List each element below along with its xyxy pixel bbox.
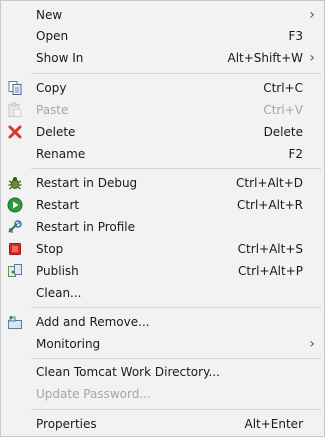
menu-item-delete[interactable]: Delete Delete	[1, 121, 324, 143]
menu-item-shortcut: Ctrl+Alt+P	[238, 264, 303, 278]
menu-item-label: Restart	[36, 198, 80, 212]
menu-item-publish[interactable]: Publish Ctrl+Alt+P	[1, 260, 324, 282]
copy-icon	[7, 80, 23, 96]
menu-item-new[interactable]: New ›	[1, 4, 324, 26]
menu-item-label: Rename	[36, 147, 86, 161]
menu-item-shortcut: Ctrl+Alt+D	[236, 176, 303, 190]
menu-item-stop[interactable]: Stop Ctrl+Alt+S	[1, 238, 324, 260]
profile-icon	[7, 219, 23, 235]
menu-item-shortcut: F2	[288, 147, 303, 161]
menu-item-label: Restart in Debug	[36, 176, 138, 190]
submenu-arrow-icon: ›	[309, 50, 315, 66]
menu-item-update-password: Update Password...	[1, 383, 324, 405]
menu-item-label: Show In	[36, 51, 84, 65]
menu-item-label: Properties	[36, 417, 97, 431]
menu-item-paste: Paste Ctrl+V	[1, 99, 324, 121]
menu-item-label: Publish	[36, 264, 79, 278]
menu-item-copy[interactable]: Copy Ctrl+C	[1, 77, 324, 99]
menu-item-restart[interactable]: Restart Ctrl+Alt+R	[1, 194, 324, 216]
menu-separator	[31, 409, 321, 410]
menu-item-shortcut: F3	[288, 29, 303, 43]
menu-item-restart-in-profile[interactable]: Restart in Profile	[1, 216, 324, 238]
menu-item-shortcut: Ctrl+C	[263, 81, 303, 95]
menu-separator	[31, 358, 321, 359]
publish-icon	[7, 263, 23, 279]
menu-item-properties[interactable]: Properties Alt+Enter	[1, 413, 324, 435]
stop-icon	[7, 241, 23, 257]
menu-item-shortcut: Alt+Shift+W	[227, 51, 304, 65]
menu-item-label: Paste	[36, 103, 69, 117]
menu-item-clean-tomcat-work-directory[interactable]: Clean Tomcat Work Directory...	[1, 361, 324, 383]
menu-item-label: New	[36, 8, 63, 22]
menu-item-shortcut: Ctrl+V	[263, 103, 303, 117]
menu-separator	[31, 73, 321, 74]
menu-item-rename[interactable]: Rename F2	[1, 143, 324, 165]
menu-item-label: Open	[36, 29, 69, 43]
menu-item-monitoring[interactable]: Monitoring ›	[1, 333, 324, 355]
run-icon	[7, 197, 23, 213]
debug-bug-icon	[7, 175, 23, 191]
menu-separator	[31, 168, 321, 169]
menu-item-shortcut: Alt+Enter	[244, 417, 303, 431]
context-menu: New › Open F3 Show In Alt+Shift+W › Copy…	[0, 0, 325, 437]
menu-item-add-and-remove[interactable]: Add and Remove...	[1, 311, 324, 333]
menu-item-label: Stop	[36, 242, 64, 256]
add-remove-icon	[7, 314, 23, 330]
menu-item-open[interactable]: Open F3	[1, 25, 324, 47]
menu-item-shortcut: Ctrl+Alt+S	[237, 242, 303, 256]
menu-separator	[31, 307, 321, 308]
menu-item-show-in[interactable]: Show In Alt+Shift+W ›	[1, 47, 324, 69]
menu-item-label: Clean Tomcat Work Directory...	[36, 365, 220, 379]
submenu-arrow-icon: ›	[309, 7, 315, 23]
menu-item-label: Delete	[36, 125, 76, 139]
menu-item-label: Update Password...	[36, 387, 151, 401]
menu-item-label: Copy	[36, 81, 67, 95]
menu-item-shortcut: Ctrl+Alt+R	[236, 198, 303, 212]
delete-icon	[7, 124, 23, 140]
menu-item-shortcut: Delete	[263, 125, 303, 139]
menu-item-label: Monitoring	[36, 337, 101, 351]
menu-item-label: Clean...	[36, 286, 82, 300]
menu-item-label: Restart in Profile	[36, 220, 136, 234]
menu-item-clean[interactable]: Clean...	[1, 282, 324, 304]
paste-icon	[7, 102, 23, 118]
menu-item-restart-in-debug[interactable]: Restart in Debug Ctrl+Alt+D	[1, 172, 324, 194]
menu-item-label: Add and Remove...	[36, 315, 150, 329]
submenu-arrow-icon: ›	[309, 336, 315, 352]
